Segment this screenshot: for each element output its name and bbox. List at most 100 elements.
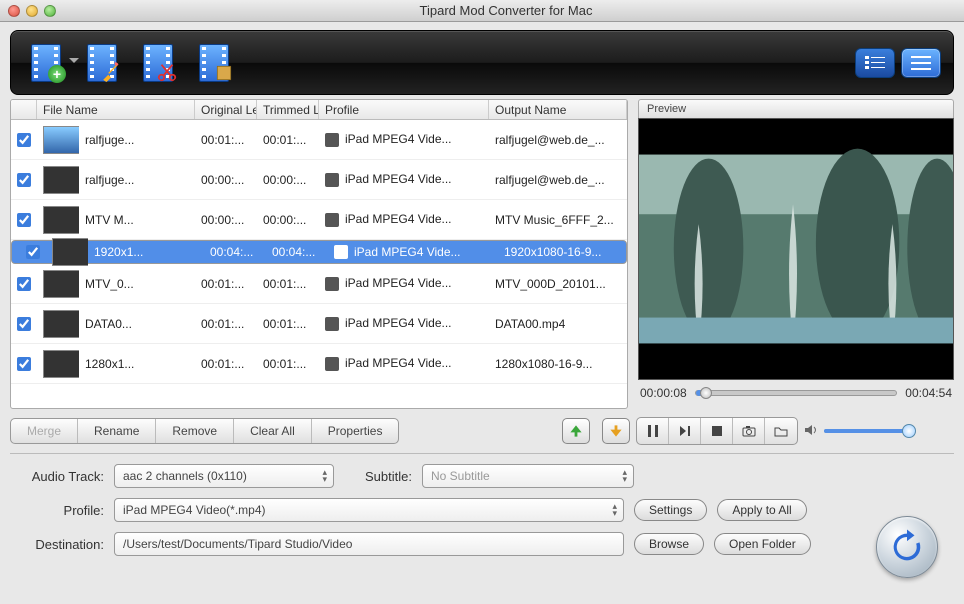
preview-time-pos: 00:00:08 [640,386,687,400]
apply-to-all-button[interactable]: Apply to All [717,499,806,521]
row-checkbox[interactable] [17,133,31,147]
open-folder-button[interactable]: Open Folder [714,533,811,555]
effect-button[interactable] [79,40,125,86]
table-row[interactable]: DATA0...00:01:...00:01:...iPad MPEG4 Vid… [11,304,627,344]
row-checkbox[interactable] [17,317,31,331]
table-row[interactable]: ralfjuge...00:01:...00:01:...iPad MPEG4 … [11,120,627,160]
minimize-window-button[interactable] [26,5,38,17]
browse-button[interactable]: Browse [634,533,704,555]
file-list-panel: File Name Original Le Trimmed L Profile … [10,99,628,409]
audio-track-label: Audio Track: [14,469,104,484]
thumbnail [43,126,79,154]
preview-panel: Preview 00:00:08 00:04:54 [638,99,954,409]
profile-icon [325,277,339,291]
cell-original: 00:01:... [195,317,257,331]
profile-icon [325,133,339,147]
profile-icon [325,317,339,331]
row-checkbox[interactable] [17,357,31,371]
cell-output: ralfjugel@web.de_... [489,173,627,187]
row-checkbox[interactable] [26,245,40,259]
cell-trimmed: 00:01:... [257,317,319,331]
cell-filename: MTV M... [79,213,195,227]
table-row[interactable]: 1280x1...00:01:...00:01:...iPad MPEG4 Vi… [11,344,627,384]
cell-output: ralfjugel@web.de_... [489,133,627,147]
window-title: Tipard Mod Converter for Mac [56,3,956,18]
move-down-button[interactable] [602,418,630,444]
destination-label: Destination: [14,537,104,552]
cell-original: 00:01:... [195,277,257,291]
cell-profile: iPad MPEG4 Vide... [319,276,489,291]
settings-button[interactable]: Settings [634,499,707,521]
crop-button[interactable] [191,40,237,86]
cell-profile: iPad MPEG4 Vide... [319,172,489,187]
add-file-button[interactable]: + [23,40,69,86]
cell-trimmed: 00:01:... [257,277,319,291]
trim-button[interactable] [135,40,181,86]
clear-all-button[interactable]: Clear All [234,419,312,443]
table-row[interactable]: 1920x1...00:04:...00:04:...iPad MPEG4 Vi… [11,240,627,264]
main-toolbar: + [10,30,954,95]
col-profile[interactable]: Profile [319,100,489,119]
thumbnail [43,166,79,194]
audio-track-select[interactable]: aac 2 channels (0x110)▴▾ [114,464,334,488]
stop-button[interactable] [701,418,733,444]
rename-button[interactable]: Rename [78,419,156,443]
subtitle-label: Subtitle: [344,469,412,484]
preview-seek-slider[interactable] [695,390,898,396]
volume-icon [804,424,818,439]
cell-original: 00:01:... [195,133,257,147]
table-row[interactable]: MTV_0...00:01:...00:01:...iPad MPEG4 Vid… [11,264,627,304]
properties-button[interactable]: Properties [312,419,399,443]
row-checkbox[interactable] [17,277,31,291]
destination-field[interactable]: /Users/test/Documents/Tipard Studio/Vide… [114,532,624,556]
snapshot-button[interactable] [733,418,765,444]
thumbnail [43,350,79,378]
cell-profile: iPad MPEG4 Vide... [319,132,489,147]
cell-profile: iPad MPEG4 Vide... [319,212,489,227]
cell-profile: iPad MPEG4 Vide... [319,316,489,331]
merge-button[interactable]: Merge [11,419,78,443]
snapshot-folder-button[interactable] [765,418,797,444]
table-row[interactable]: MTV M...00:00:...00:00:...iPad MPEG4 Vid… [11,200,627,240]
cell-trimmed: 00:01:... [257,357,319,371]
col-filename[interactable]: File Name [37,100,195,119]
col-original-length[interactable]: Original Le [195,100,257,119]
cell-output: 1280x1080-16-9... [489,357,627,371]
zoom-window-button[interactable] [44,5,56,17]
cell-original: 00:00:... [195,173,257,187]
titlebar: Tipard Mod Converter for Mac [0,0,964,22]
profile-select[interactable]: iPad MPEG4 Video(*.mp4)▴▾ [114,498,624,522]
profile-icon [334,245,348,259]
table-row[interactable]: ralfjuge...00:00:...00:00:...iPad MPEG4 … [11,160,627,200]
view-detail-button[interactable] [855,48,895,78]
cell-original: 00:01:... [195,357,257,371]
remove-button[interactable]: Remove [156,419,234,443]
profile-icon [325,357,339,371]
col-output-name[interactable]: Output Name [489,100,627,119]
move-up-button[interactable] [562,418,590,444]
cell-filename: ralfjuge... [79,173,195,187]
cell-profile: iPad MPEG4 Vide... [319,356,489,371]
col-trimmed-length[interactable]: Trimmed L [257,100,319,119]
close-window-button[interactable] [8,5,20,17]
thumbnail [52,238,88,266]
subtitle-select[interactable]: No Subtitle▴▾ [422,464,634,488]
volume-slider[interactable] [824,429,914,433]
cell-trimmed: 00:00:... [257,213,319,227]
view-list-button[interactable] [901,48,941,78]
cell-original: 00:00:... [195,213,257,227]
pause-button[interactable] [637,418,669,444]
cell-filename: 1280x1... [79,357,195,371]
row-checkbox[interactable] [17,213,31,227]
cell-trimmed: 00:04:... [266,245,328,259]
table-header: File Name Original Le Trimmed L Profile … [11,100,627,120]
cell-filename: 1920x1... [88,245,204,259]
row-checkbox[interactable] [17,173,31,187]
step-button[interactable] [669,418,701,444]
thumbnail [43,206,79,234]
profile-icon [325,173,339,187]
preview-video[interactable] [638,118,954,380]
table-body: ralfjuge...00:01:...00:01:...iPad MPEG4 … [11,120,627,408]
list-actions: Merge Rename Remove Clear All Properties [10,418,399,444]
convert-button[interactable] [876,516,938,578]
